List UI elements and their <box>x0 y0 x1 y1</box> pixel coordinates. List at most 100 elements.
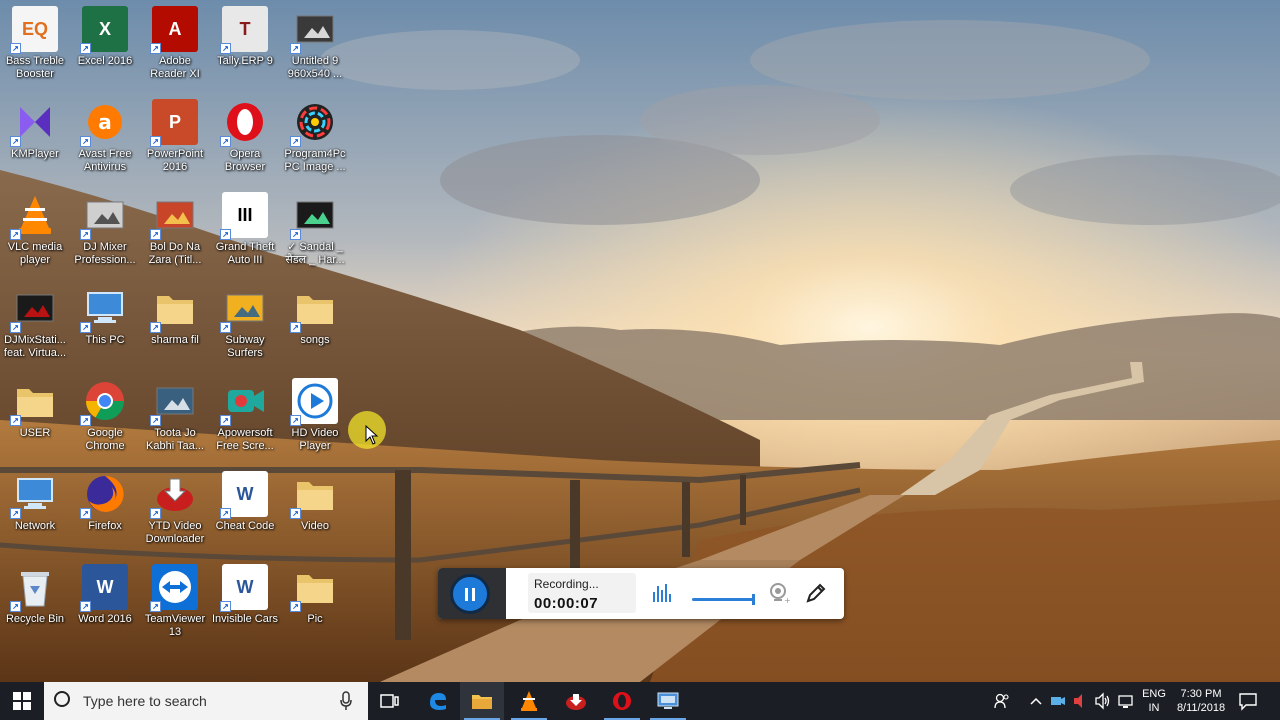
folder-icon: ↗ <box>150 285 198 333</box>
icon-glyph-text: EQ <box>21 18 48 39</box>
annotate-pen-icon[interactable] <box>804 581 828 605</box>
desktop-shortcut[interactable]: III ↗ Grand Theft Auto III <box>210 186 280 274</box>
shortcut-arrow-icon: ↗ <box>220 229 231 240</box>
desktop-shortcut[interactable]: ↗ Pic <box>280 558 350 646</box>
folder-icon: ↗ <box>290 564 338 612</box>
desktop-shortcut[interactable]: ↗ Firefox <box>70 465 140 553</box>
desktop-shortcut[interactable]: ↗ Google Chrome <box>70 372 140 460</box>
desktop-shortcut[interactable]: ↗ songs <box>280 279 350 367</box>
desktop-shortcut[interactable]: ↗ Untitled 9 960x540 ... <box>280 0 350 88</box>
taskbar: Type here to search ENG IN 7:30 PM 8/11/… <box>0 682 1280 720</box>
start-button[interactable] <box>0 682 44 720</box>
desktop-shortcut[interactable]: ↗ Opera Browser <box>210 93 280 181</box>
desktop-shortcut[interactable]: ↗ Recycle Bin <box>0 558 70 646</box>
desktop-shortcut[interactable]: P ↗ PowerPoint 2016 <box>140 93 210 181</box>
gta-icon: III ↗ <box>220 192 268 240</box>
taskbar-opera-button[interactable] <box>600 682 644 720</box>
user-folder-icon: ↗ <box>10 378 58 426</box>
volume-icon[interactable] <box>1094 692 1112 710</box>
desktop-shortcut[interactable]: ↗ YTD Video Downloader <box>140 465 210 553</box>
network-tray-icon[interactable] <box>1117 692 1135 710</box>
desktop-shortcut[interactable]: ↗ KMPlayer <box>0 93 70 181</box>
webcam-tray-icon[interactable] <box>1050 692 1066 710</box>
pause-recording-button[interactable] <box>450 574 490 614</box>
remote-desktop-icon <box>657 692 679 709</box>
desktop-shortcut[interactable]: ↗ ✓ Sandal _ सैंडल _ Har... <box>280 186 350 274</box>
opera-icon <box>613 692 631 710</box>
desktop-shortcut[interactable]: ↗ Video <box>280 465 350 553</box>
show-hidden-icons-chevron-icon[interactable] <box>1030 692 1042 710</box>
icon-glyph-text: X <box>98 18 111 39</box>
taskbar-edge-button[interactable] <box>416 682 460 720</box>
taskbar-file-explorer-button[interactable] <box>460 682 504 720</box>
ytd-downloader-icon <box>566 694 586 710</box>
taskbar-search-box[interactable]: Type here to search <box>44 682 368 720</box>
shortcut-arrow-icon: ↗ <box>80 508 91 519</box>
word-document-icon: W ↗ <box>220 564 268 612</box>
desktop-shortcut[interactable]: ↗ USER <box>0 372 70 460</box>
desktop-shortcut[interactable]: ↗ DJMixStati... feat. Virtua... <box>0 279 70 367</box>
desktop-shortcut[interactable]: EQ ↗ Bass Treble Booster <box>0 0 70 88</box>
volume-slider-handle[interactable] <box>752 594 755 605</box>
desktop-shortcut[interactable]: W ↗ Word 2016 <box>70 558 140 646</box>
desktop-shortcut[interactable]: ↗ sharma fil <box>140 279 210 367</box>
audio-waveform-icon[interactable] <box>652 582 672 604</box>
desktop-shortcut[interactable]: ↗ Network <box>0 465 70 553</box>
desktop-shortcut[interactable]: ↗ This PC <box>70 279 140 367</box>
screen-recorder-toolbar[interactable]: Recording... 00:00:07 + <box>438 568 844 619</box>
desktop-shortcut-label: HD Video Player <box>291 427 339 452</box>
volume-slider[interactable] <box>692 598 754 601</box>
recorder-tray-icon[interactable] <box>1072 692 1084 710</box>
desktop-shortcut[interactable]: ↗ DJ Mixer Profession... <box>70 186 140 274</box>
action-center-icon[interactable] <box>1238 691 1258 711</box>
shortcut-arrow-icon: ↗ <box>290 601 301 612</box>
shortcut-arrow-icon: ↗ <box>150 601 161 612</box>
video-file-icon: ↗ <box>150 192 198 240</box>
desktop-shortcut-label: PowerPoint 2016 <box>146 148 204 173</box>
djmixstation-icon: ↗ <box>10 285 58 333</box>
desktop-shortcut[interactable]: ↗ Bol Do Na Zara (Titl... <box>140 186 210 274</box>
webcam-icon[interactable]: + <box>768 582 790 604</box>
taskbar-clock[interactable]: 7:30 PM 8/11/2018 <box>1172 687 1230 715</box>
input-language-indicator[interactable]: ENG IN <box>1142 687 1166 715</box>
shortcut-arrow-icon: ↗ <box>150 229 161 240</box>
word-icon: W ↗ <box>80 564 128 612</box>
search-placeholder: Type here to search <box>83 693 207 709</box>
windows-logo-icon <box>13 692 31 710</box>
desktop-shortcut[interactable]: X ↗ Excel 2016 <box>70 0 140 88</box>
shortcut-arrow-icon: ↗ <box>220 43 231 54</box>
desktop-shortcut[interactable]: T ↗ Tally.ERP 9 <box>210 0 280 88</box>
ytd-downloader-icon: ↗ <box>150 471 198 519</box>
shortcut-arrow-icon: ↗ <box>10 43 21 54</box>
desktop-shortcut-label: Opera Browser <box>224 148 266 173</box>
desktop-shortcut-label: Bol Do Na Zara (Titl... <box>148 241 202 266</box>
adobe-reader-icon: A ↗ <box>150 6 198 54</box>
people-icon[interactable] <box>994 692 1010 710</box>
desktop-shortcut[interactable]: A ↗ Adobe Reader XI <box>140 0 210 88</box>
avast-icon: a ↗ <box>80 99 128 147</box>
taskbar-vlc-button[interactable] <box>507 682 551 720</box>
shortcut-arrow-icon: ↗ <box>150 508 161 519</box>
taskbar-remote-desktop-button[interactable] <box>646 682 690 720</box>
vlc-icon: ↗ <box>10 192 58 240</box>
recording-info: Recording... 00:00:07 <box>528 573 636 613</box>
desktop-shortcut-label: VLC media player <box>7 241 63 266</box>
desktop-shortcut[interactable]: ↗ HD Video Player <box>280 372 350 460</box>
desktop-shortcut[interactable]: ↗ TeamViewer 13 <box>140 558 210 646</box>
desktop-shortcut[interactable]: a ↗ Avast Free Antivirus <box>70 93 140 181</box>
taskbar-ytd-button[interactable] <box>554 682 598 720</box>
desktop-shortcut[interactable]: W ↗ Invisible Cars <box>210 558 280 646</box>
icon-glyph-text: P <box>168 111 181 132</box>
desktop-shortcut[interactable]: ↗ Toota Jo Kabhi Taa... <box>140 372 210 460</box>
desktop-shortcut[interactable]: W ↗ Cheat Code <box>210 465 280 553</box>
excel-icon: X ↗ <box>80 6 128 54</box>
desktop-shortcut[interactable]: ↗ VLC media player <box>0 186 70 274</box>
desktop-shortcut[interactable]: ↗ Apowersoft Free Scre... <box>210 372 280 460</box>
desktop-shortcut-label: Invisible Cars <box>211 613 279 625</box>
desktop-shortcut[interactable]: ↗ Program4Pc PC Image ... <box>280 93 350 181</box>
microphone-icon[interactable] <box>340 691 352 711</box>
task-view-button[interactable] <box>368 682 412 720</box>
folder-icon: ↗ <box>290 471 338 519</box>
desktop-shortcut[interactable]: ↗ Subway Surfers <box>210 279 280 367</box>
icon-glyph-text: III <box>237 204 253 225</box>
